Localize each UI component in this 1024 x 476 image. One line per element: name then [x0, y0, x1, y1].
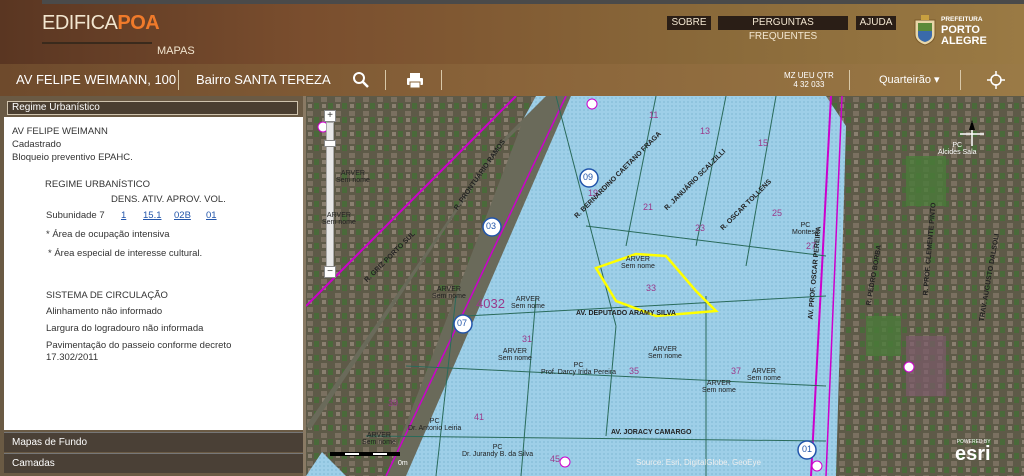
block-number: 03: [486, 221, 497, 231]
map-label: ARVER Sem nome: [747, 368, 781, 382]
regime-columns: DENS. ATIV. APROV. VOL.: [111, 194, 226, 205]
zoom-in-button[interactable]: +: [324, 110, 336, 122]
map-label: PC Prof. Darcy Irida Pereira: [541, 362, 617, 376]
map-label: ARVER Sem nome: [648, 346, 682, 360]
lot-number: 13: [700, 126, 711, 136]
lot-number: 11: [649, 110, 659, 120]
map-label: ARVER Sem nome: [322, 212, 356, 226]
density-link[interactable]: 1: [121, 210, 126, 221]
divider: [178, 70, 179, 90]
divider: [441, 70, 442, 90]
map-view[interactable]: + − 11 13 15 19 21 23 25 27 33 31 35 37 …: [306, 96, 1024, 476]
locate-icon[interactable]: [986, 70, 1006, 90]
logo-underline: [42, 42, 152, 44]
street-name: AV FELIPE WEIMANN: [12, 126, 108, 137]
header-top-border: [42, 0, 1024, 4]
lot-number: 21: [643, 202, 654, 212]
zoom-slider-knob[interactable]: [324, 140, 336, 147]
prefeitura-small-text: PREFEITURA: [941, 16, 983, 23]
block-id: 4032: [476, 296, 505, 311]
map-label: PC Alcides Sala: [938, 142, 977, 156]
volume-link[interactable]: 01: [206, 210, 217, 221]
lot-number: 31: [522, 334, 533, 344]
search-icon[interactable]: [351, 70, 371, 90]
subunit-label: Subunidade 7: [46, 210, 105, 221]
map-label: ARVER Sem nome: [702, 380, 736, 394]
divider: [960, 70, 961, 90]
circulation-alignment: Alinhamento não informado: [46, 306, 163, 317]
esri-name: esri: [955, 443, 991, 465]
divider: [385, 70, 386, 90]
circulation-decree: 17.302/2011: [46, 352, 99, 363]
section-label: MAPAS: [157, 45, 195, 57]
scale-label: 0m: [398, 460, 408, 467]
zone-codes-values: 4 32 033: [793, 80, 825, 89]
green-area: [866, 316, 901, 356]
panel-title[interactable]: Regime Urbanístico: [7, 101, 298, 115]
map-label: PC Dr. Antonio Leiria: [408, 418, 462, 432]
panel-content: [4, 117, 303, 430]
zone-codes-header: MZ UEU QTR: [784, 71, 834, 80]
logo-text-part1: EDIFICA: [42, 12, 118, 34]
prefeitura-logo-text: PREFEITURA PORTO ALEGRE: [941, 16, 987, 47]
zone-codes: MZ UEU QTR 4 32 033: [784, 71, 834, 89]
layers-toggle[interactable]: Camadas: [4, 453, 303, 473]
prefeitura-porto-text: PORTO: [941, 23, 980, 36]
map-label: ARVER Sem nome: [432, 286, 466, 300]
map-label: ARVER Sem nome: [362, 432, 396, 446]
lot-number: 33: [646, 283, 657, 293]
block-number: 01: [802, 444, 813, 454]
note-cultural-area: * Área especial de interesse cultural.: [48, 248, 203, 259]
regime-title: REGIME URBANÍSTICO: [45, 179, 151, 190]
esri-logo[interactable]: POWERED BY esri: [955, 439, 991, 465]
circulation-width: Largura do logradouro não informada: [46, 323, 204, 334]
map-label: ARVER Sem nome: [498, 348, 532, 362]
lot-number: 35: [629, 366, 640, 376]
mode-dropdown[interactable]: Quarteirão ▾: [879, 73, 940, 86]
scale-bar: [330, 452, 400, 456]
activity-link[interactable]: 15.1: [143, 210, 162, 221]
lot-number: 23: [695, 223, 706, 233]
note-intensive-area: * Área de ocupação intensiva: [46, 229, 170, 240]
map-label: ARVER Sem nome: [621, 256, 655, 270]
prefeitura-crest-icon: [914, 15, 936, 46]
circulation-paving: Pavimentação do passeio conforme decreto: [46, 340, 232, 351]
app-logo[interactable]: EDIFICAPOA: [42, 12, 160, 35]
street-label: AV. JORACY CAMARGO: [611, 429, 692, 436]
green-area: [906, 156, 946, 206]
current-address: AV FELIPE WEIMANN, 100: [16, 72, 177, 87]
use-link[interactable]: 02B: [174, 210, 191, 221]
lot-number: 39: [388, 398, 399, 408]
neighborhood-name: Bairro SANTA TEREZA: [196, 72, 331, 87]
map-label: ARVER Sem nome: [511, 296, 545, 310]
registration-status: Cadastrado: [12, 139, 62, 150]
zoom-out-button[interactable]: −: [324, 266, 336, 278]
print-icon[interactable]: [405, 70, 425, 90]
circulation-title: SISTEMA DE CIRCULAÇÃO: [46, 290, 168, 301]
block-number: 07: [457, 318, 468, 328]
link-sobre[interactable]: SOBRE: [667, 16, 711, 30]
logo-text-part2: POA: [117, 12, 160, 34]
background-maps-toggle[interactable]: Mapas de Fundo: [4, 432, 303, 452]
link-perguntas-frequentes[interactable]: PERGUNTAS FREQUENTES: [718, 16, 848, 42]
lot-number: 41: [474, 412, 485, 422]
lot-number: 25: [772, 208, 783, 218]
lot-number: 15: [758, 138, 769, 148]
lot-number: 45: [550, 454, 561, 464]
map-label: PC Dr. Jurandy B. da Silva: [462, 444, 534, 458]
prefeitura-alegre-text: ALEGRE: [941, 34, 987, 47]
map-label: ARVER Sem nome: [336, 170, 370, 184]
block-notice: Bloqueio preventivo EPAHC.: [12, 152, 133, 163]
lot-number: 37: [731, 366, 742, 376]
street-label: AV. DEPUTADO ARAMY SILVA: [576, 310, 676, 317]
map-attribution: Source: Esri, DigitalGlobe, GeoEye: [636, 458, 761, 467]
block-number: 09: [583, 172, 594, 182]
link-ajuda[interactable]: AJUDA: [856, 16, 896, 30]
divider: [849, 70, 850, 90]
